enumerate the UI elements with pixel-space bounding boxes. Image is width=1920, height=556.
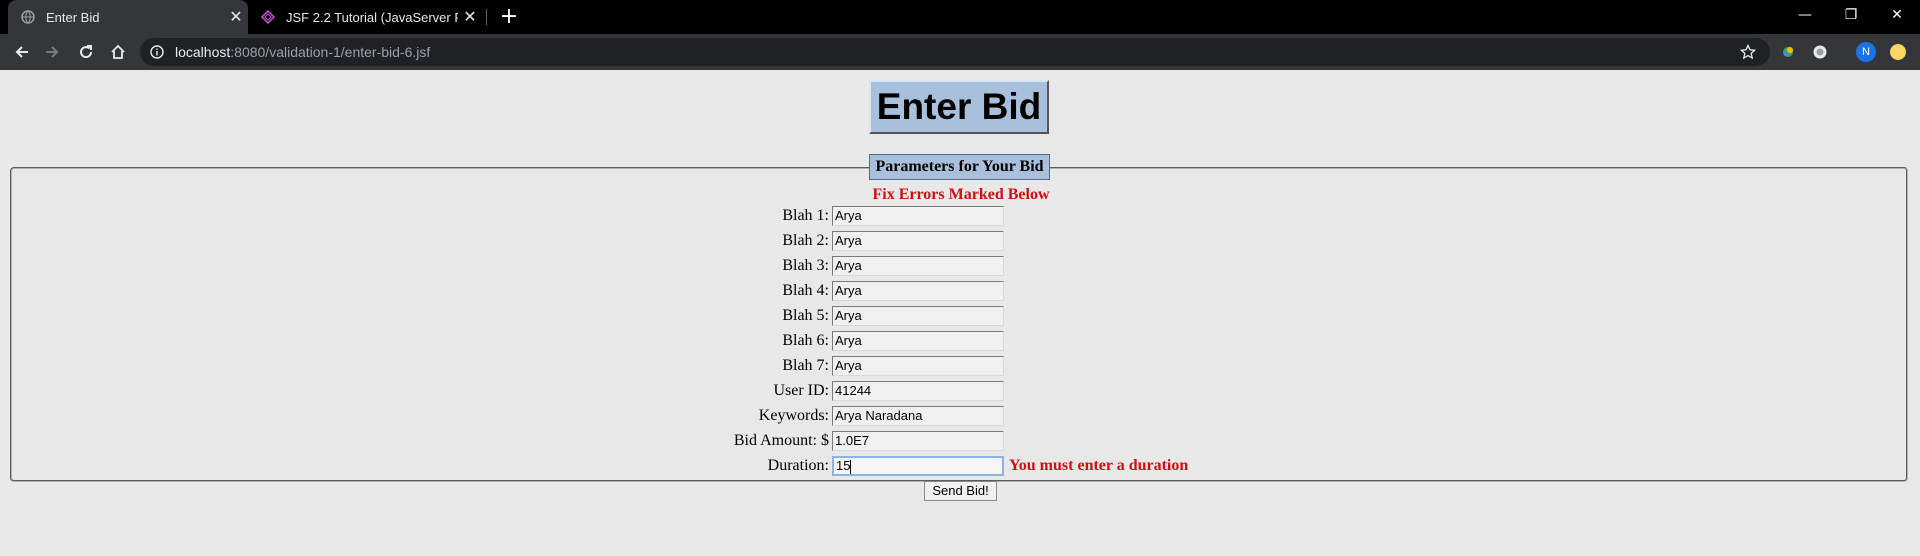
tab-title: Enter Bid bbox=[46, 9, 100, 25]
restore-icon[interactable]: ❐ bbox=[1828, 0, 1874, 30]
user-id-input[interactable]: 41244 bbox=[832, 381, 1004, 401]
duration-error-message: You must enter a duration bbox=[1009, 457, 1189, 474]
form-row: Bid Amount: $ 1.0E7 bbox=[0, 429, 1920, 453]
close-tab-icon[interactable]: ✕ bbox=[458, 7, 482, 27]
address-bar[interactable]: localhost:8080/validation-1/enter-bid-6.… bbox=[140, 38, 1770, 66]
profile-initial: N bbox=[1862, 46, 1870, 58]
page-title-box: Enter Bid bbox=[869, 80, 1049, 134]
tab-enter-bid[interactable]: Enter Bid ✕ bbox=[8, 0, 248, 34]
tab-separator bbox=[486, 9, 487, 25]
send-bid-button[interactable]: Send Bid! bbox=[924, 481, 997, 501]
field-label: Bid Amount: $ bbox=[733, 432, 829, 449]
form-row: Keywords: Arya Naradana bbox=[0, 404, 1920, 428]
field-label: Blah 5: bbox=[782, 307, 829, 324]
tab-jsf-tutorial[interactable]: JSF 2.2 Tutorial (JavaServer Faces ✕ bbox=[252, 0, 482, 34]
menu-emoji-icon[interactable] bbox=[1888, 42, 1908, 62]
minimize-icon[interactable]: — bbox=[1782, 0, 1828, 30]
jsf-logo-icon bbox=[260, 9, 276, 25]
duration-value: 15 bbox=[836, 458, 851, 473]
field-label: User ID: bbox=[773, 382, 829, 399]
field-label: Keywords: bbox=[758, 407, 829, 424]
field-label: Blah 1: bbox=[782, 207, 829, 224]
blah5-input[interactable]: Arya bbox=[832, 306, 1004, 326]
blah7-input[interactable]: Arya bbox=[832, 356, 1004, 376]
blah1-input[interactable]: Arya bbox=[832, 206, 1004, 226]
keywords-input[interactable]: Arya Naradana bbox=[832, 406, 1004, 426]
field-label: Blah 2: bbox=[782, 232, 829, 249]
field-label: Blah 4: bbox=[782, 282, 829, 299]
form-row: User ID: 41244 bbox=[0, 379, 1920, 403]
home-icon[interactable] bbox=[104, 38, 132, 66]
error-summary: Fix Errors Marked Below bbox=[872, 186, 1050, 203]
form-row: Duration: 15 You must enter a duration bbox=[0, 454, 1920, 478]
form-row: Blah 6: Arya bbox=[0, 329, 1920, 353]
blah4-input[interactable]: Arya bbox=[832, 281, 1004, 301]
page-title: Enter Bid bbox=[876, 86, 1042, 127]
url-host: localhost bbox=[175, 44, 231, 60]
globe-icon bbox=[20, 9, 36, 25]
field-label: Blah 6: bbox=[782, 332, 829, 349]
form-row: Blah 7: Arya bbox=[0, 354, 1920, 378]
page-content: Enter Bid Parameters for Your Bid Fix Er… bbox=[0, 70, 1920, 556]
field-label: Duration: bbox=[767, 457, 829, 474]
field-label: Blah 3: bbox=[782, 257, 829, 274]
url-path: :8080/validation-1/enter-bid-6.jsf bbox=[230, 44, 431, 60]
form-row: Blah 1: Arya bbox=[0, 204, 1920, 228]
tab-title: JSF 2.2 Tutorial (JavaServer Faces bbox=[286, 9, 458, 25]
form-row: Blah 5: Arya bbox=[0, 304, 1920, 328]
profile-avatar[interactable]: N bbox=[1856, 42, 1876, 62]
blah3-input[interactable]: Arya bbox=[832, 256, 1004, 276]
blah2-input[interactable]: Arya bbox=[832, 231, 1004, 251]
close-tab-icon[interactable]: ✕ bbox=[224, 7, 248, 27]
tab-strip: Enter Bid ✕ JSF 2.2 Tutorial (JavaServer… bbox=[0, 0, 1920, 34]
form-row: Blah 4: Arya bbox=[0, 279, 1920, 303]
browser-toolbar: localhost:8080/validation-1/enter-bid-6.… bbox=[0, 34, 1920, 70]
back-arrow-icon[interactable] bbox=[8, 38, 36, 66]
fieldset-legend: Parameters for Your Bid bbox=[869, 154, 1050, 180]
close-window-icon[interactable]: ✕ bbox=[1874, 0, 1920, 30]
blah6-input[interactable]: Arya bbox=[832, 331, 1004, 351]
form-row: Blah 2: Arya bbox=[0, 229, 1920, 253]
forward-arrow-icon[interactable] bbox=[38, 38, 66, 66]
extension-icon[interactable] bbox=[1778, 42, 1798, 62]
text-caret bbox=[850, 459, 852, 474]
extension-circle-icon[interactable] bbox=[1810, 42, 1830, 62]
info-icon[interactable] bbox=[149, 44, 165, 60]
bookmark-star-icon[interactable] bbox=[1738, 42, 1758, 62]
new-tab-button[interactable]: + bbox=[496, 4, 522, 30]
form-row: Blah 3: Arya bbox=[0, 254, 1920, 278]
bid-amount-input[interactable]: 1.0E7 bbox=[832, 431, 1004, 451]
field-label: Blah 7: bbox=[782, 357, 829, 374]
duration-input[interactable]: 15 bbox=[832, 456, 1004, 476]
reload-icon[interactable] bbox=[72, 38, 100, 66]
